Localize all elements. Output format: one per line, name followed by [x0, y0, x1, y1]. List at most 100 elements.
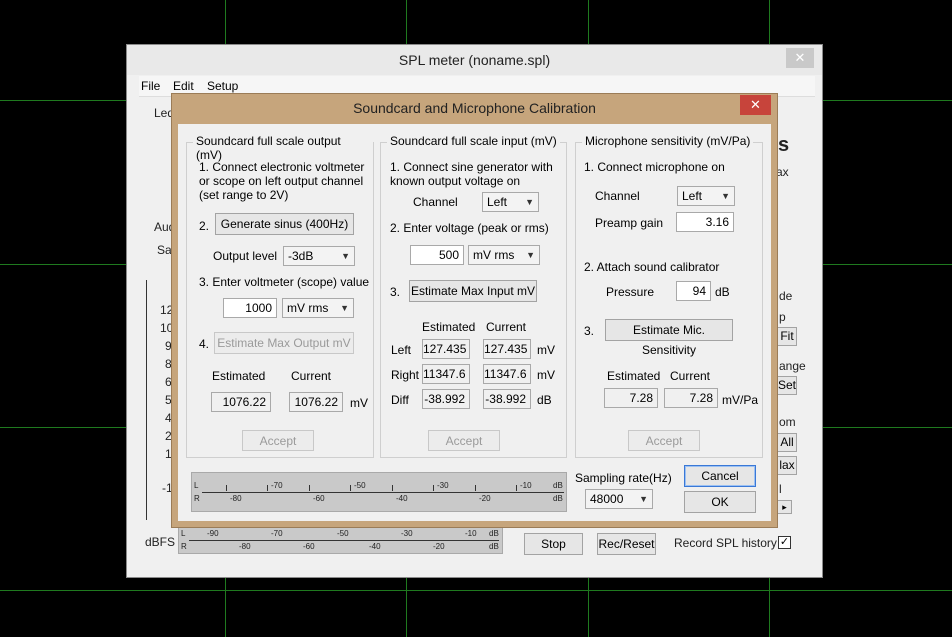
output-estimated-label: Estimated: [212, 369, 266, 383]
mic-unit-label: mV/Pa: [722, 393, 759, 407]
meter-tick-label: -20: [479, 494, 491, 503]
generate-sinus-button[interactable]: Generate sinus (400Hz): [215, 213, 354, 235]
input-left-current: 127.435: [483, 339, 531, 359]
window-title: SPL meter (noname.spl): [127, 45, 822, 75]
mic-preamp-input[interactable]: 3.16: [676, 212, 734, 232]
mic-channel-select[interactable]: Left ▼: [677, 186, 735, 206]
mic-current-label: Current: [670, 369, 711, 383]
input-step2-text: 2. Enter voltage (peak or rms): [390, 221, 549, 235]
mic-accept-button[interactable]: Accept: [628, 430, 700, 451]
mic-step2-text: 2. Attach sound calibrator: [584, 260, 720, 274]
meter-tick-label: -60: [303, 542, 315, 551]
max-button[interactable]: lax: [777, 456, 797, 475]
input-right-estimated: 11347.6: [422, 364, 470, 384]
menu-edit[interactable]: Edit: [173, 79, 194, 93]
input-voltage-unit-value: mV rms: [473, 248, 515, 262]
meter-unit-top: dB: [489, 529, 499, 538]
output-current-label: Current: [291, 369, 332, 383]
spl-value-fragment: s: [778, 134, 790, 156]
input-current-label: Current: [486, 320, 527, 334]
step-fragment: p: [779, 310, 786, 324]
calibration-dialog: Soundcard and Microphone Calibration ✕ S…: [171, 93, 778, 528]
input-row-left-label: Left: [391, 343, 412, 357]
meter-tick-label: -40: [369, 542, 381, 551]
meter-tick-label: -10: [465, 529, 477, 538]
meter-tick-label: -70: [271, 481, 283, 490]
chevron-down-icon: ▼: [721, 191, 730, 201]
output-level-select[interactable]: -3dB ▼: [283, 246, 355, 266]
mic-group: Microphone sensitivity (mV/Pa) 1. Connec…: [575, 134, 763, 458]
mic-step1-text: 1. Connect microphone on: [584, 160, 725, 174]
input-group-title: Soundcard full scale input (mV): [387, 134, 560, 148]
voltmeter-unit-select[interactable]: mV rms ▼: [282, 298, 354, 318]
meter-unit-top: dB: [553, 481, 563, 490]
meter-unit-bottom: dB: [553, 494, 563, 503]
menu-setup[interactable]: Setup: [207, 79, 238, 93]
dialog-level-meter: L R -70 -50 -30 -10 dB -80 -60 -40 -20 d…: [191, 472, 567, 512]
mic-pressure-input[interactable]: 94: [676, 281, 711, 301]
grid-line: [0, 590, 952, 591]
record-spl-history-label: Record SPL history: [674, 536, 777, 550]
sa-label: Sa: [157, 243, 172, 257]
mic-channel-value: Left: [682, 189, 703, 203]
ok-button[interactable]: OK: [684, 491, 756, 513]
input-channel-value: Left: [487, 195, 508, 209]
zoom-fragment: om: [779, 415, 796, 429]
meter-tick: [309, 485, 310, 491]
meter-channel-l: L: [181, 529, 186, 538]
output-accept-button[interactable]: Accept: [242, 430, 314, 451]
input-right-current: 11347.6: [483, 364, 531, 384]
fit-button[interactable]: Fit: [777, 327, 797, 346]
meter-tick: [433, 485, 434, 491]
scroll-right-icon[interactable]: ▸: [777, 500, 792, 514]
set-button[interactable]: Set: [777, 376, 797, 395]
close-icon[interactable]: ✕: [740, 95, 771, 115]
input-voltage-input[interactable]: 500: [410, 245, 464, 265]
estimate-max-input-button[interactable]: Estimate Max Input mV: [409, 280, 537, 302]
meter-tick-label: -30: [437, 481, 449, 490]
chevron-down-icon: ▼: [639, 494, 648, 504]
meter-tick-label: -20: [433, 542, 445, 551]
all-button[interactable]: All: [777, 433, 797, 452]
main-level-meter: L R -90 -80 -70 -60 -50 -40 -30 -20 -10 …: [178, 527, 503, 554]
input-left-unit: mV: [537, 343, 555, 357]
input-step1-text: 1. Connect sine generator with known out…: [390, 160, 553, 188]
output-group-title: Soundcard full scale output (mV): [193, 134, 373, 162]
meter-tick-label: -80: [239, 542, 251, 551]
sampling-rate-label: Sampling rate(Hz): [575, 471, 672, 485]
output-current-value: 1076.22: [289, 392, 343, 412]
meter-tick: [392, 485, 393, 491]
input-voltage-unit-select[interactable]: mV rms ▼: [468, 245, 540, 265]
meter-tick-label: -30: [401, 529, 413, 538]
mic-group-title: Microphone sensitivity (mV/Pa): [582, 134, 754, 148]
voltmeter-value-input[interactable]: 1000: [223, 298, 277, 318]
input-left-estimated: 127.435: [422, 339, 470, 359]
dbfs-label: dBFS: [145, 535, 176, 549]
mic-step3-number: 3.: [584, 324, 595, 338]
dialog-title: Soundcard and Microphone Calibration: [353, 100, 596, 116]
rec-reset-button[interactable]: Rec/Reset: [597, 533, 656, 555]
input-accept-button[interactable]: Accept: [428, 430, 500, 451]
meter-separator: [189, 540, 499, 541]
meter-tick-label: -50: [337, 529, 349, 538]
input-channel-select[interactable]: Left ▼: [482, 192, 539, 212]
input-diff-estimated: -38.992: [422, 389, 470, 409]
output-level-value: -3dB: [288, 249, 314, 263]
meter-tick-label: -50: [354, 481, 366, 490]
input-row-diff-label: Diff: [391, 393, 409, 407]
sampling-rate-select[interactable]: 48000 ▼: [585, 489, 653, 509]
sampling-rate-value: 48000: [590, 492, 624, 506]
output-step4-number: 4.: [199, 337, 210, 351]
output-step1-text: 1. Connect electronic voltmeter or scope…: [199, 160, 365, 202]
estimate-mic-sensitivity-button[interactable]: Estimate Mic. Sensitivity: [605, 319, 733, 357]
stop-button[interactable]: Stop: [524, 533, 583, 555]
meter-channel-r: R: [194, 494, 200, 503]
mic-pressure-unit: dB: [715, 285, 730, 299]
close-icon[interactable]: ✕: [786, 48, 814, 68]
cancel-button[interactable]: Cancel: [684, 465, 756, 487]
estimate-max-output-button[interactable]: Estimate Max Output mV: [214, 332, 354, 354]
record-spl-history-checkbox[interactable]: ✓: [778, 536, 791, 549]
output-step2-number: 2.: [199, 219, 210, 233]
output-step3-text: 3. Enter voltmeter (scope) value: [199, 275, 370, 289]
menu-file[interactable]: File: [141, 79, 160, 93]
